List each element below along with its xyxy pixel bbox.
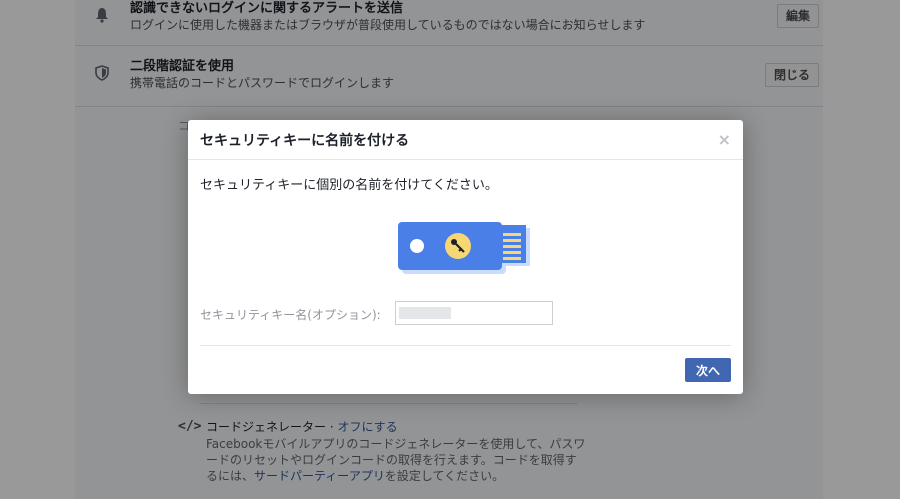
dialog-header: セキュリティキーに名前を付ける ×: [188, 120, 743, 160]
dialog-instruction: セキュリティキーに個別の名前を付けてください。: [200, 178, 498, 193]
next-button[interactable]: 次へ: [684, 358, 731, 382]
dialog-body: セキュリティキーに個別の名前を付けてください。 セキュリティキー名(オプション)…: [188, 160, 743, 346]
close-icon[interactable]: ×: [718, 130, 731, 149]
redacted-value: [399, 307, 451, 319]
name-security-key-dialog: セキュリティキーに名前を付ける × セキュリティキーに個別の名前を付けてください…: [188, 120, 743, 394]
dialog-footer: 次へ: [200, 345, 731, 394]
dialog-title: セキュリティキーに名前を付ける: [200, 132, 410, 149]
security-key-icon: [398, 222, 530, 274]
key-name-label: セキュリティキー名(オプション):: [200, 308, 381, 322]
